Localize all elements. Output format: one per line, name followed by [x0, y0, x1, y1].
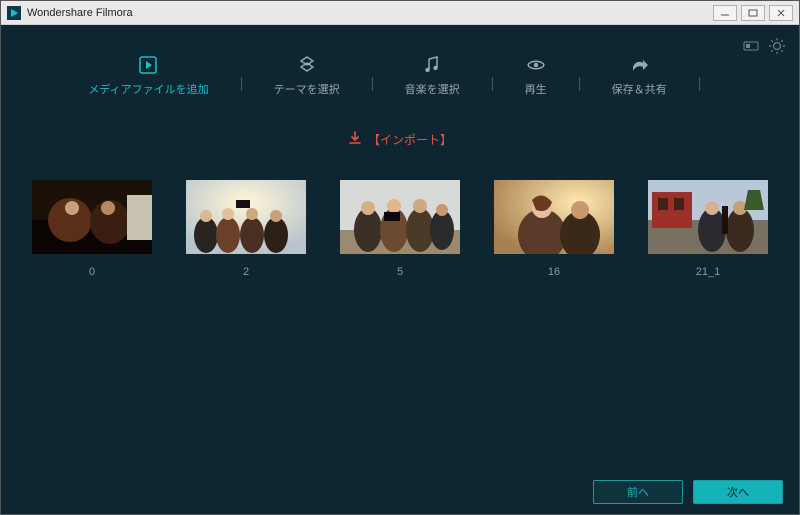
media-thumbnail[interactable]: 5	[340, 180, 460, 278]
header-right-controls	[743, 39, 785, 53]
step-separator	[372, 77, 373, 91]
step-separator	[492, 77, 493, 91]
step-label: 保存＆共有	[612, 81, 667, 97]
eye-icon	[526, 55, 546, 75]
app-logo-icon	[7, 6, 21, 20]
step-label: メディアファイルを追加	[88, 81, 208, 97]
thumbnail-image	[340, 180, 460, 254]
thumbnail-label: 21_1	[696, 266, 720, 278]
step-label: テーマを選択	[274, 81, 340, 97]
next-button[interactable]: 次へ	[693, 480, 783, 504]
step-select-music[interactable]: 音楽を選択	[395, 55, 470, 97]
step-separator	[579, 77, 580, 91]
import-row: 【インポート】	[1, 131, 799, 150]
step-separator	[241, 77, 242, 91]
titlebar: Wondershare Filmora	[1, 1, 799, 25]
media-thumbnail[interactable]: 2	[186, 180, 306, 278]
step-nav: メディアファイルを追加 テーマを選択 音楽を選択 再生	[1, 25, 799, 97]
media-thumbnail[interactable]: 21_1	[648, 180, 768, 278]
share-icon	[629, 55, 649, 75]
step-add-media[interactable]: メディアファイルを追加	[78, 55, 218, 97]
thumbnail-image	[186, 180, 306, 254]
step-save-share[interactable]: 保存＆共有	[602, 55, 677, 97]
thumbnail-label: 2	[243, 266, 249, 278]
import-link[interactable]: 【インポート】	[348, 131, 452, 148]
thumbnail-label: 5	[397, 266, 403, 278]
media-icon	[138, 55, 158, 75]
music-icon	[422, 55, 442, 75]
thumbnail-label: 0	[89, 266, 95, 278]
step-select-theme[interactable]: テーマを選択	[264, 55, 350, 97]
step-label: 再生	[525, 81, 547, 97]
thumbnail-image	[494, 180, 614, 254]
brightness-icon[interactable]	[769, 39, 785, 53]
window-title: Wondershare Filmora	[27, 7, 713, 19]
thumbnail-image	[32, 180, 152, 254]
aspect-ratio-icon[interactable]	[743, 39, 759, 53]
close-button[interactable]	[769, 5, 793, 21]
thumbnail-label: 16	[548, 266, 560, 278]
thumbnail-image	[648, 180, 768, 254]
step-playback[interactable]: 再生	[515, 55, 557, 97]
window-controls	[713, 5, 793, 21]
prev-button[interactable]: 前へ	[593, 480, 683, 504]
footer-nav: 前へ 次へ	[593, 480, 783, 504]
maximize-button[interactable]	[741, 5, 765, 21]
media-thumbnail[interactable]: 16	[494, 180, 614, 278]
media-thumbnail[interactable]: 0	[32, 180, 152, 278]
theme-icon	[297, 55, 317, 75]
download-icon	[348, 131, 362, 148]
import-label: 【インポート】	[368, 131, 452, 148]
minimize-button[interactable]	[713, 5, 737, 21]
thumbnail-grid: 0 2	[1, 180, 799, 278]
step-label: 音楽を選択	[405, 81, 460, 97]
app-area: メディアファイルを追加 テーマを選択 音楽を選択 再生	[1, 25, 799, 514]
step-separator	[699, 77, 700, 91]
